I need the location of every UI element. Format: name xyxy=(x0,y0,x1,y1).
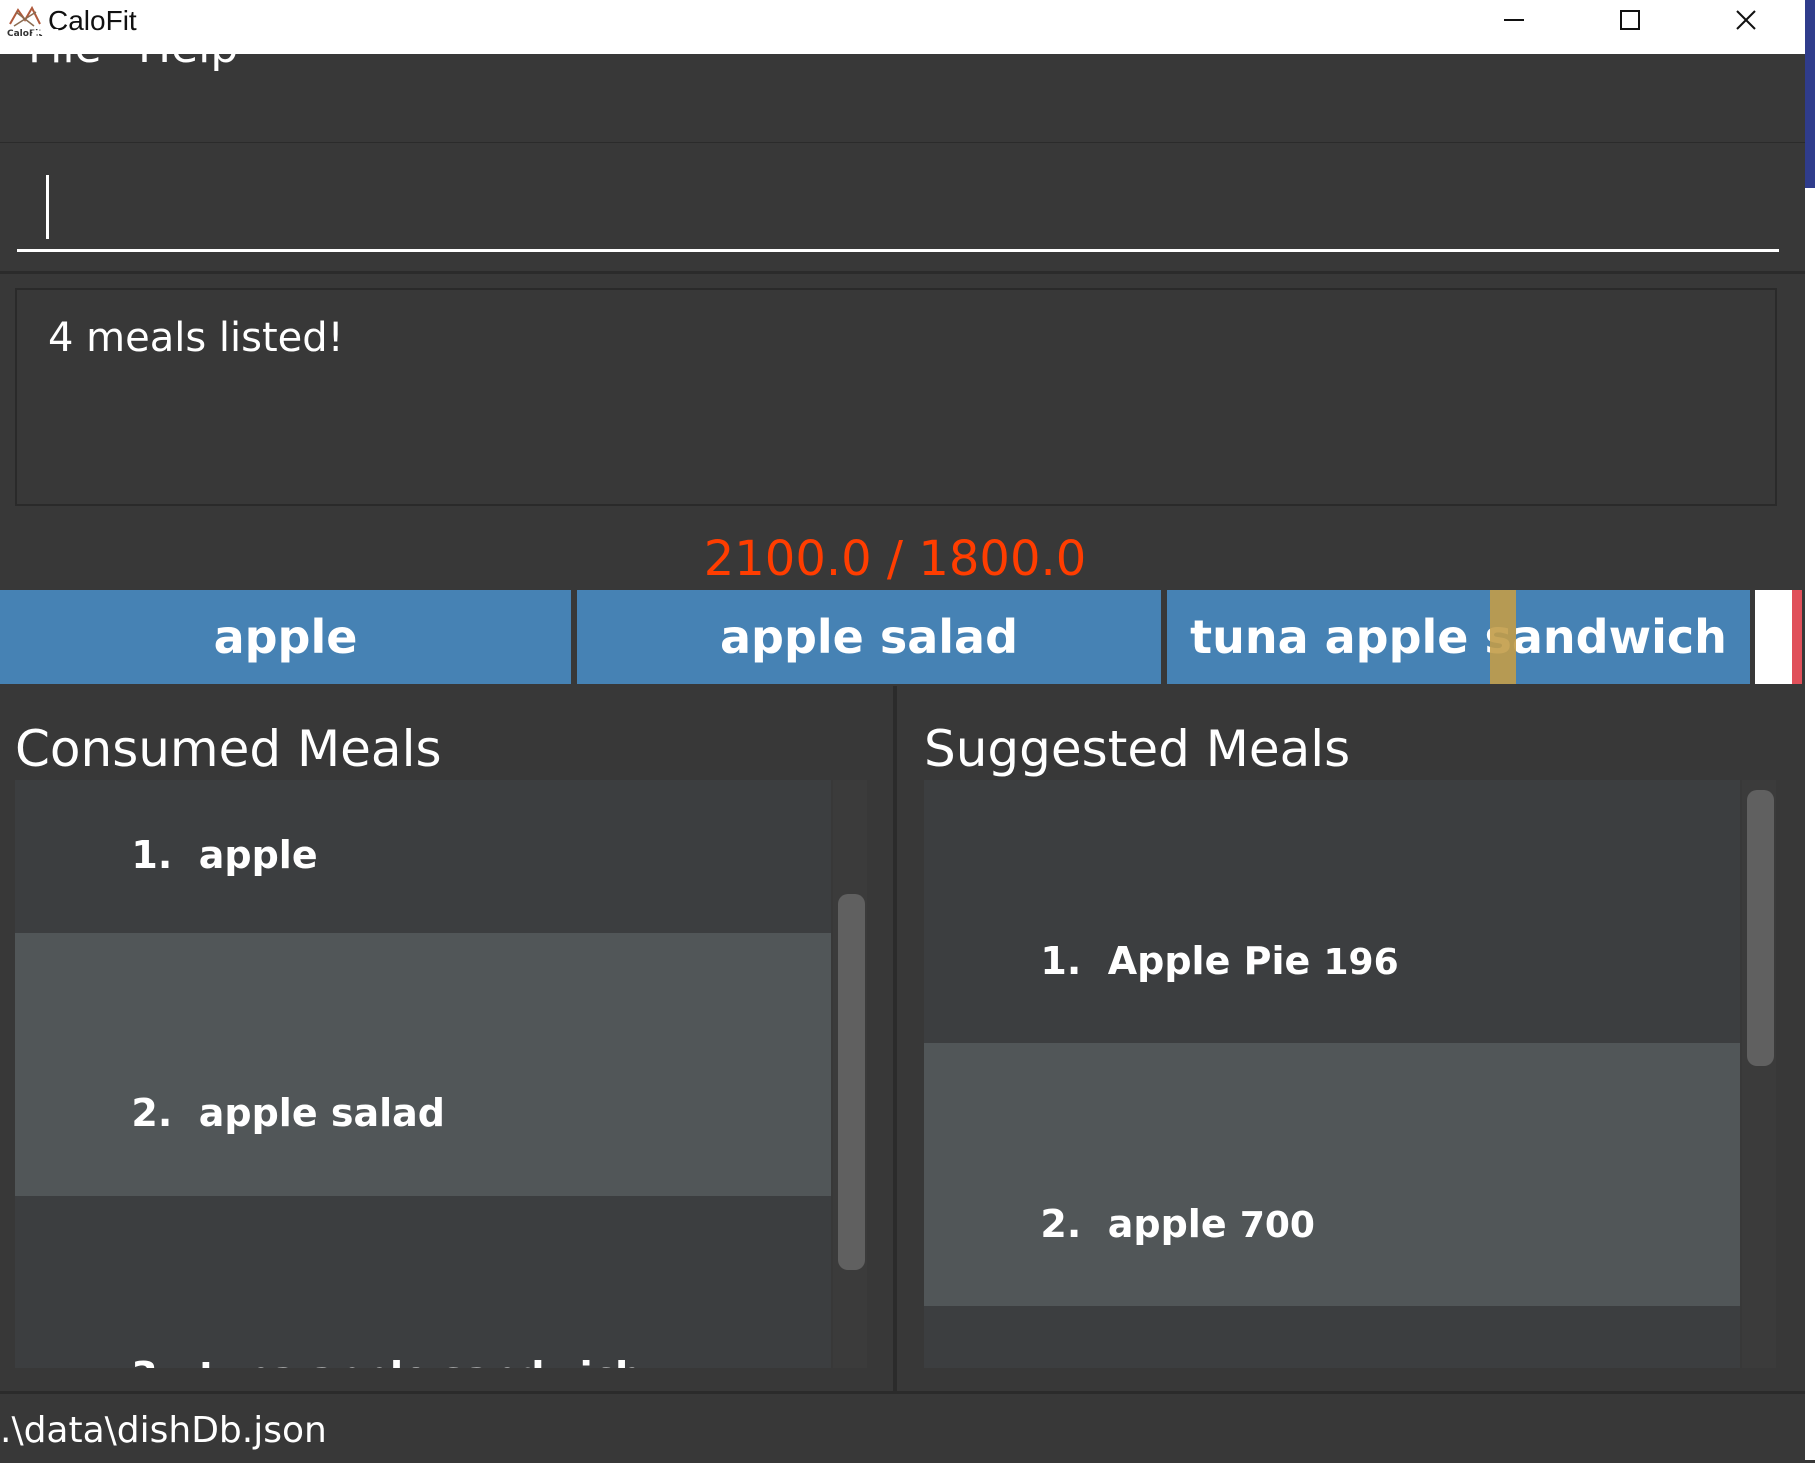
status-file-path: .\data\dishDb.json xyxy=(0,1410,327,1451)
suggested-scrollbar-thumb[interactable] xyxy=(1747,790,1774,1066)
list-item-index: 2. xyxy=(131,1091,173,1135)
list-item[interactable]: 3. tuna apple sandwich xyxy=(15,1196,831,1368)
list-empty-space xyxy=(924,1306,1740,1368)
list-item-name: tuna apple sandwich xyxy=(199,1354,642,1368)
maximize-button[interactable] xyxy=(1572,0,1688,40)
menu-help[interactable]: Help xyxy=(138,18,238,78)
consumed-scrollbar-thumb[interactable] xyxy=(838,894,865,1270)
tag-overflow-edge xyxy=(1792,590,1802,684)
menu-file[interactable]: File xyxy=(28,18,102,78)
list-item-index: 1. xyxy=(131,833,173,877)
meal-tag[interactable]: apple salad xyxy=(577,590,1161,684)
result-message: 4 meals listed! xyxy=(48,315,344,361)
consumed-meals-list[interactable]: 1. apple 2. apple salad 3. tuna apple sa… xyxy=(15,780,831,1368)
consumed-meals-title: Consumed Meals xyxy=(15,720,442,778)
text-caret xyxy=(46,175,49,239)
minimize-icon xyxy=(1504,19,1524,21)
menu-bar xyxy=(0,54,1805,144)
list-item[interactable]: 2. apple salad xyxy=(15,933,831,1196)
maximize-icon xyxy=(1620,10,1640,30)
list-item-index: 1. xyxy=(1040,939,1082,983)
window-edge-accent xyxy=(1805,0,1815,188)
list-item[interactable]: 2. apple 700 xyxy=(924,1043,1740,1306)
minimize-button[interactable] xyxy=(1456,0,1572,40)
suggested-meals-title: Suggested Meals xyxy=(924,720,1351,778)
list-item-index: 3. xyxy=(131,1354,172,1368)
tag-highlight-marker xyxy=(1490,590,1516,684)
meal-tag[interactable]: apple xyxy=(0,590,571,684)
list-item-calories: 196 xyxy=(1323,942,1399,983)
close-icon xyxy=(1736,10,1756,30)
list-item-calories: 700 xyxy=(1239,1205,1315,1246)
list-item[interactable]: 1. Apple Pie 196 xyxy=(924,780,1740,1043)
tag-overflow xyxy=(1755,590,1795,684)
window-edge xyxy=(1805,0,1815,1460)
meal-tag[interactable]: tuna apple sandwich xyxy=(1167,590,1750,684)
list-item[interactable]: 1. apple xyxy=(15,780,831,933)
list-item-name: apple xyxy=(198,833,318,877)
list-item-name: apple salad xyxy=(198,1091,445,1135)
list-item-name: apple xyxy=(1107,1202,1227,1246)
suggested-meals-list[interactable]: 1. Apple Pie 196 2. apple 700 xyxy=(924,780,1740,1368)
list-item-index: 2. xyxy=(1040,1202,1082,1246)
command-input[interactable] xyxy=(17,170,1779,252)
list-item-name: Apple Pie xyxy=(1107,939,1311,983)
calorie-count: 2100.0 / 1800.0 xyxy=(703,531,1087,587)
close-button[interactable] xyxy=(1688,0,1804,40)
panel-divider[interactable] xyxy=(893,686,897,1391)
